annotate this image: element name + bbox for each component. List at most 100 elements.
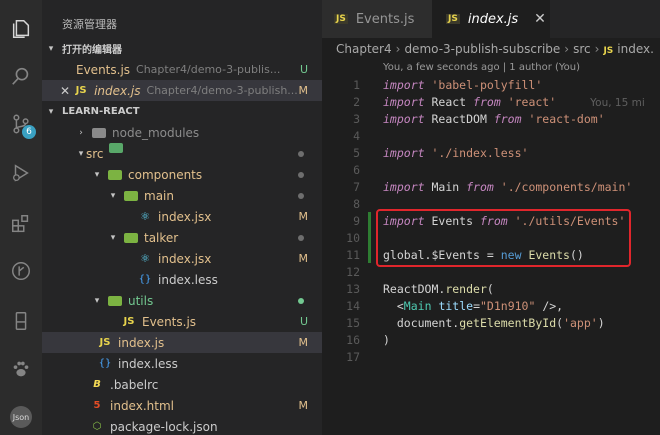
tree-folder-node-modules[interactable]: › node_modules	[42, 122, 322, 143]
identifier: Main	[431, 179, 460, 194]
tree-folder-utils[interactable]: ▾ utils	[42, 290, 322, 311]
explorer-title: 资源管理器	[62, 18, 117, 31]
tree-folder-talker[interactable]: ▾ talker	[42, 227, 322, 248]
search-icon[interactable]	[0, 55, 42, 97]
tree-item-label: package-lock.json	[110, 419, 218, 434]
line-number: 17	[346, 349, 360, 364]
function-name: getElementById	[459, 315, 557, 330]
line-number: 8	[353, 196, 360, 211]
code-line: 17	[322, 348, 660, 365]
close-icon[interactable]: ✕	[534, 11, 546, 27]
tab-events-js[interactable]: JS Events.js	[322, 0, 432, 38]
tree-file-babelrc[interactable]: B .babelrc	[42, 374, 322, 395]
modified-dot	[298, 171, 304, 178]
tree-folder-src[interactable]: ▾ src	[42, 143, 322, 164]
line-number: 7	[353, 179, 360, 194]
keyword: from	[493, 111, 522, 126]
tree-file-package-lock[interactable]: ⬡ package-lock.json	[42, 416, 322, 435]
less-file-icon: {}	[138, 274, 152, 285]
project-header[interactable]: ▾ LEARN-REACT	[42, 101, 322, 122]
json-extension-icon[interactable]: Json	[0, 396, 42, 435]
tree-folder-main[interactable]: ▾ main	[42, 185, 322, 206]
js-file-icon: JS	[446, 14, 460, 24]
breadcrumb-item[interactable]: src	[573, 42, 591, 56]
code-line: 16 )	[322, 331, 660, 348]
tree-file-index-js[interactable]: JS index.js M	[42, 332, 322, 353]
tree-item-label: .babelrc	[110, 377, 159, 392]
tree-file-talker-index-less[interactable]: {} index.less	[42, 269, 322, 290]
code-line: 13 ReactDOM.render(	[322, 280, 660, 297]
tree-file-talker-index-jsx[interactable]: ⚛ index.jsx M	[42, 248, 322, 269]
identifier: React	[431, 94, 467, 109]
line-number: 11	[346, 247, 360, 262]
tree-file-index-html[interactable]: 5 index.html M	[42, 395, 322, 416]
tree-item-label: node_modules	[112, 125, 200, 140]
tree-item-label: talker	[144, 230, 179, 245]
chevron-down-icon: ▾	[48, 43, 54, 54]
folder-icon	[108, 169, 122, 180]
line-number: 4	[353, 128, 360, 143]
open-editor-path: Chapter4/demo-3-publish...	[146, 84, 298, 97]
git-graph-icon[interactable]	[0, 250, 42, 292]
breadcrumb-item[interactable]: index.	[617, 42, 654, 56]
js-file-icon: JS	[123, 316, 135, 327]
identifier: ReactDOM	[383, 281, 439, 296]
open-editors-header[interactable]: ▾ 打开的编辑器	[42, 38, 322, 59]
open-editors-label: 打开的编辑器	[62, 45, 122, 56]
folder-icon	[109, 143, 123, 153]
breadcrumb-item[interactable]: demo-3-publish-subscribe	[404, 42, 560, 56]
punctuation: )	[383, 332, 390, 347]
added-line-marker	[368, 212, 371, 229]
string-literal: "D1n910"	[480, 298, 536, 313]
close-icon[interactable]: ✕	[60, 84, 70, 98]
tree-item-label: index.less	[158, 272, 218, 287]
tree-item-label: index.jsx	[158, 251, 212, 266]
keyword: import	[383, 111, 425, 126]
open-editor-item-active[interactable]: ✕ JS index.js Chapter4/demo-3-publish...…	[42, 80, 322, 101]
untracked-dot	[298, 297, 304, 304]
remote-explorer-icon[interactable]	[0, 300, 42, 342]
function-name: render	[445, 281, 487, 296]
breadcrumb: Chapter4 › demo-3-publish-subscribe › src › JS…	[336, 42, 654, 56]
tree-file-main-index-jsx[interactable]: ⚛ index.jsx M	[42, 206, 322, 227]
run-debug-icon[interactable]	[0, 152, 42, 194]
code-line: 3 import ReactDOM from 'react-dom'	[322, 110, 660, 127]
code-line: 5 import './index.less'	[322, 144, 660, 161]
keyword: import	[383, 77, 425, 92]
punctuation: <	[396, 298, 404, 313]
line-number: 9	[353, 213, 360, 228]
open-editor-name: Events.js	[76, 62, 131, 77]
tree-file-index-less[interactable]: {} index.less	[42, 353, 322, 374]
tree-file-events-js[interactable]: JS Events.js U	[42, 311, 322, 332]
git-status-modified: M	[298, 84, 309, 97]
breadcrumb-item[interactable]: Chapter4	[336, 42, 392, 56]
tab-index-js[interactable]: JS index.js ✕	[432, 0, 550, 38]
chevron-down-icon: ▾	[48, 106, 54, 117]
react-icon: ⚛	[140, 252, 150, 265]
open-editor-item[interactable]: Events.js Chapter4/demo-3-publis... U	[42, 59, 322, 80]
paw-icon[interactable]	[0, 348, 42, 390]
chevron-right-icon: ›	[594, 42, 600, 56]
extensions-icon[interactable]	[0, 203, 42, 245]
explorer-icon[interactable]	[0, 8, 42, 50]
folder-icon	[124, 232, 138, 243]
js-file-icon: JS	[603, 46, 614, 56]
codelens-blame[interactable]: You, a few seconds ago | 1 author (You)	[383, 62, 580, 73]
line-number: 10	[346, 230, 360, 245]
chevron-down-icon: ▾	[110, 232, 116, 243]
project-label: LEARN-REACT	[62, 106, 140, 117]
tab-label: index.js	[467, 11, 519, 27]
react-icon: ⚛	[140, 210, 150, 223]
added-line-marker	[368, 246, 371, 263]
source-control-icon[interactable]: 6	[0, 103, 42, 145]
tab-label: Events.js	[355, 11, 415, 27]
line-number: 1	[353, 77, 360, 92]
annotation-highlight-box	[376, 209, 631, 267]
tree-folder-components[interactable]: ▾ components	[42, 164, 322, 185]
keyword: from	[473, 94, 501, 109]
string-literal: './index.less'	[431, 145, 529, 160]
line-number: 12	[346, 264, 360, 279]
git-status-modified: M	[298, 210, 309, 223]
js-file-icon: JS	[99, 337, 111, 348]
modified-dot	[298, 150, 304, 157]
